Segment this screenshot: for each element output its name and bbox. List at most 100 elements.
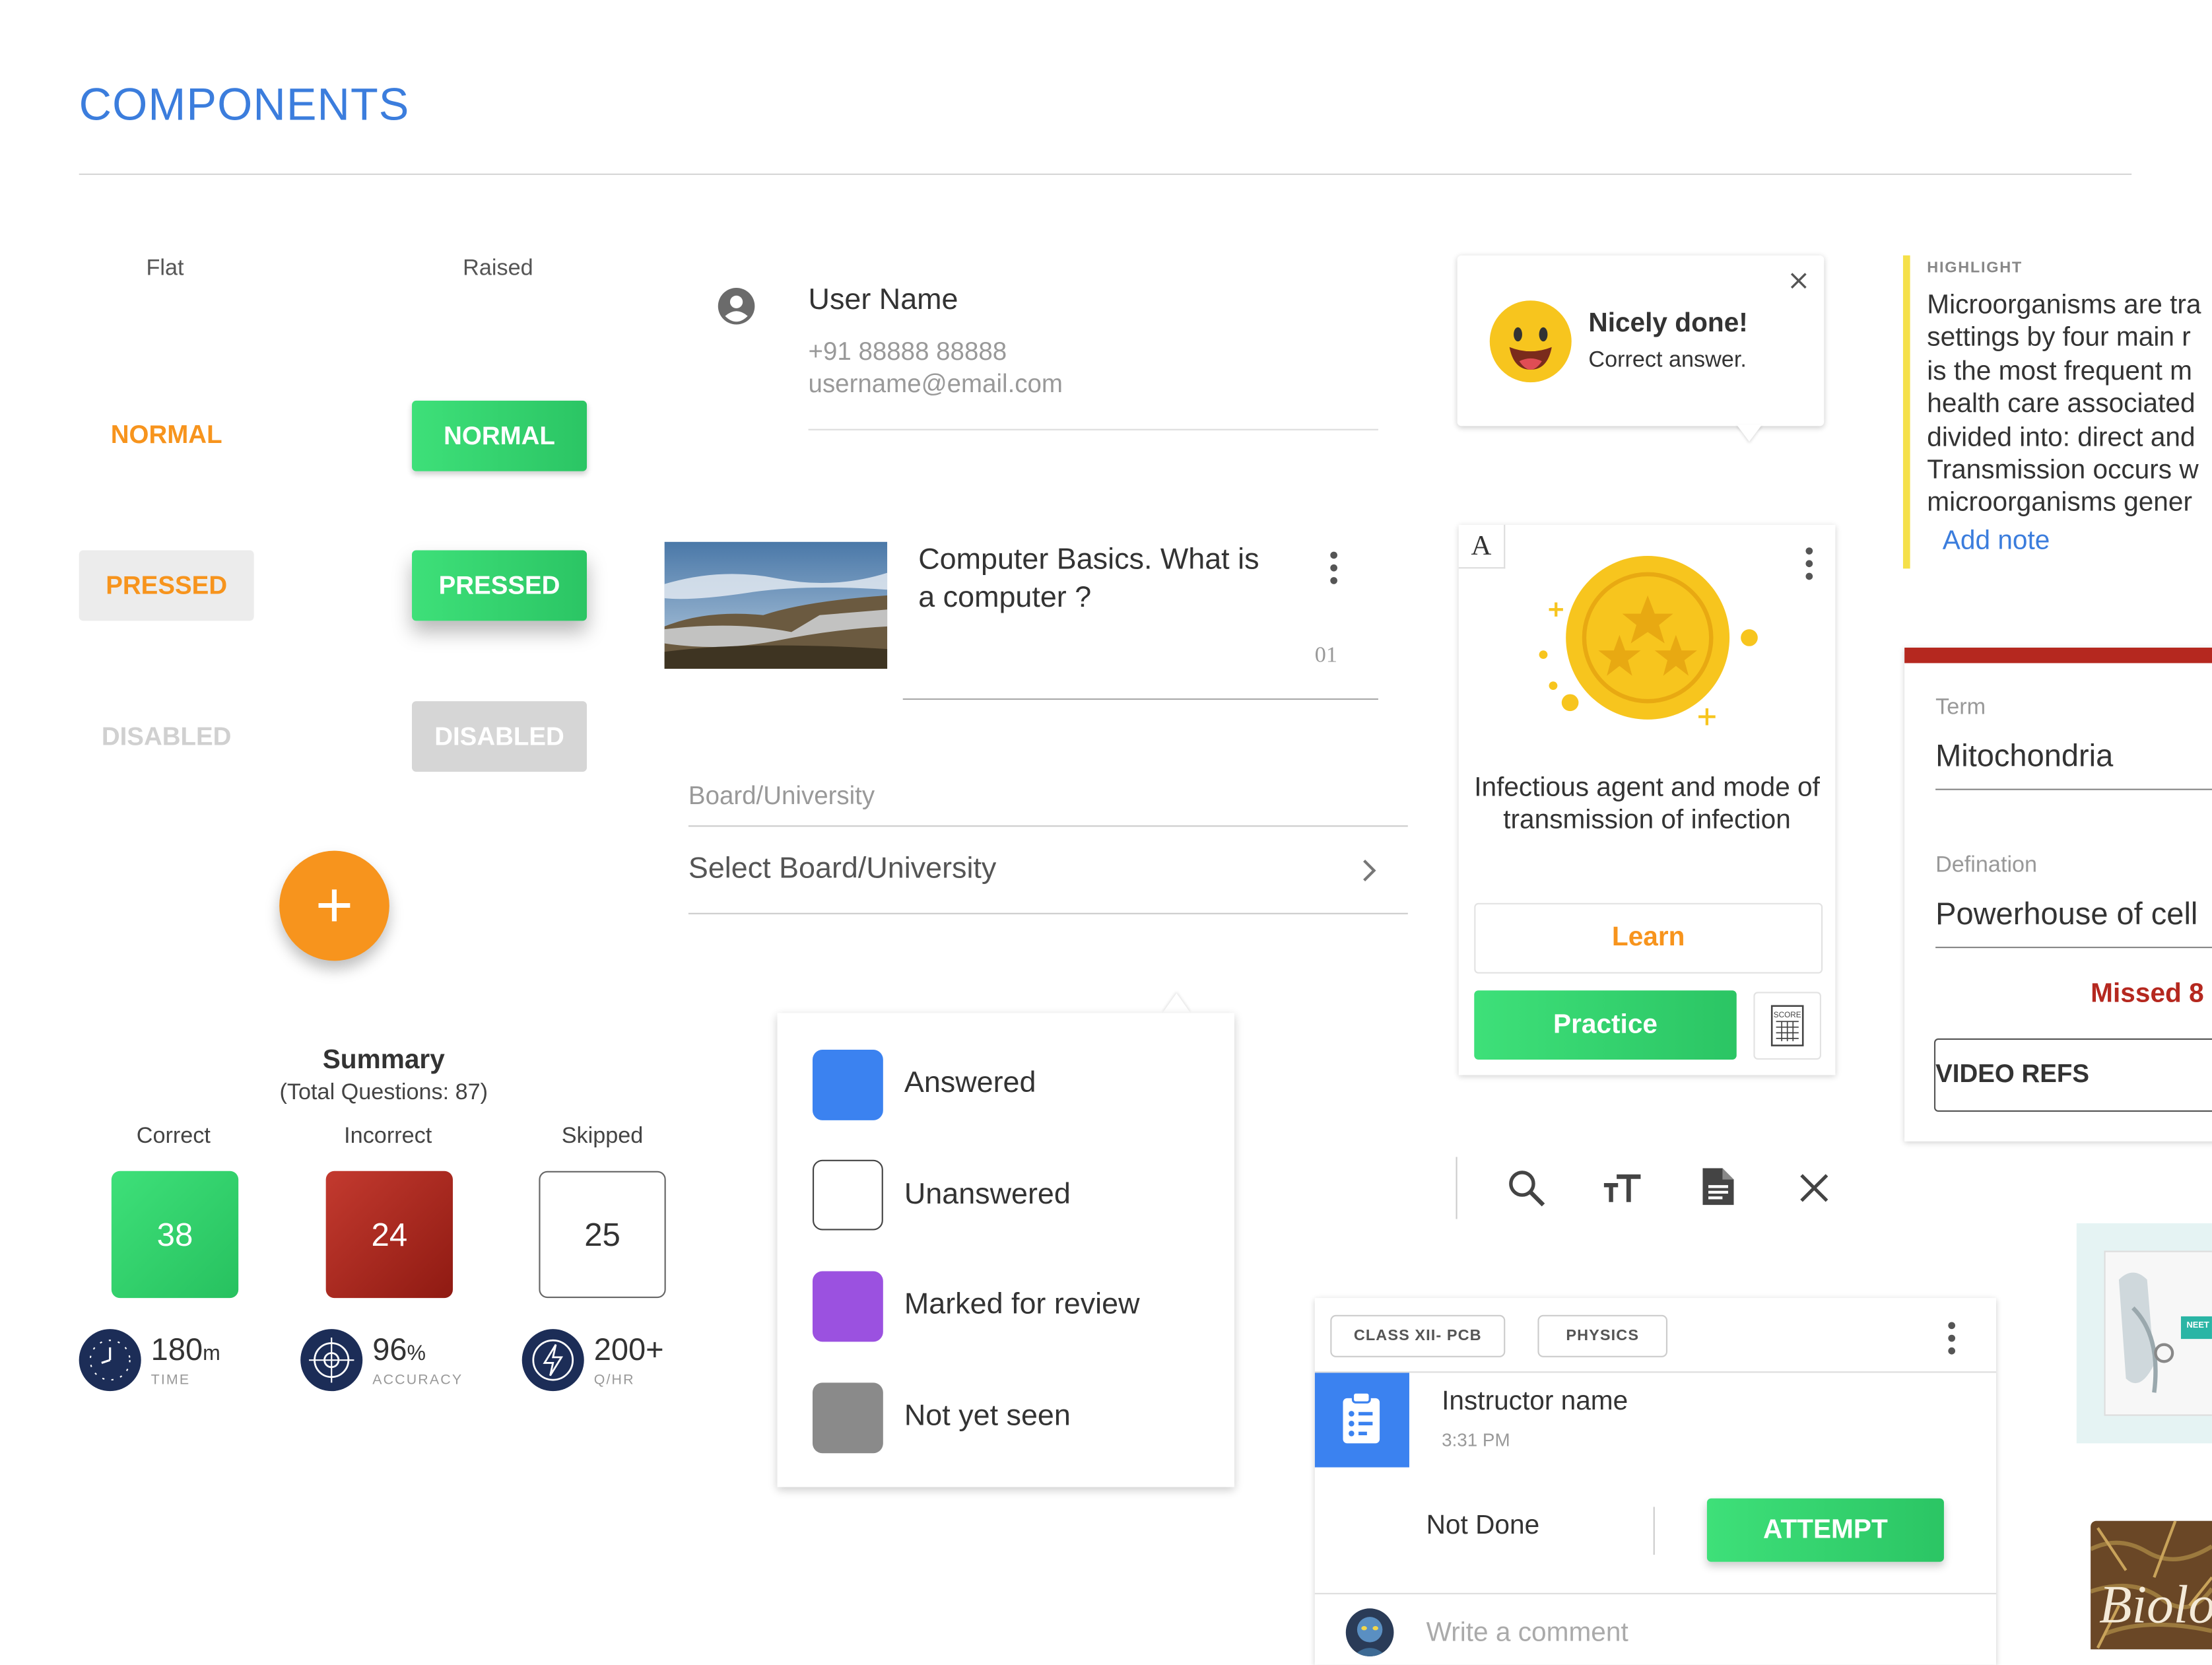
topic-item-number: 01 xyxy=(1314,643,1337,667)
comment-input[interactable]: Write a comment xyxy=(1426,1618,1628,1649)
page-title: COMPONENTS xyxy=(79,79,410,130)
book-cover-badge: NEET U xyxy=(2186,1322,2212,1331)
term-label: Term xyxy=(1935,695,1986,720)
raised-pressed-button[interactable]: PRESSED xyxy=(412,550,587,621)
raised-normal-button[interactable]: NORMAL xyxy=(412,400,587,471)
chip-subject[interactable]: PHYSICS xyxy=(1537,1314,1668,1357)
definition-underline xyxy=(1935,946,2212,949)
practice-button[interactable]: Practice xyxy=(1474,990,1737,1060)
flat-normal-button[interactable]: NORMAL xyxy=(79,399,254,470)
term-card-header-bar xyxy=(1904,647,2212,663)
raised-heading: Raised xyxy=(463,256,533,281)
score-icon-text: SCORE xyxy=(1774,1011,1801,1019)
profile-divider xyxy=(808,428,1378,430)
stat-label-correct: Correct xyxy=(136,1124,211,1149)
close-icon[interactable] xyxy=(1797,1171,1831,1212)
biology-cover-title: Biolo xyxy=(2099,1576,2212,1635)
instructor-name: Instructor name xyxy=(1442,1386,1628,1417)
summary-subtitle: (Total Questions: 87) xyxy=(279,1081,488,1105)
stat-box-incorrect: 24 xyxy=(325,1171,453,1299)
toast-pointer xyxy=(1736,425,1762,442)
topic-card: A Infectious agent and mode of transmiss… xyxy=(1458,525,1836,1075)
metric-rate-value: 200+ xyxy=(593,1332,664,1367)
metric-time-value: 180m xyxy=(151,1332,220,1367)
score-card-icon[interactable]: SCORE xyxy=(1753,992,1821,1060)
term-value[interactable]: Mitochondria xyxy=(1935,738,2113,775)
plus-icon: + xyxy=(315,867,354,941)
toast-title: Nicely done! xyxy=(1588,309,1748,339)
highlight-text: Microorganisms are tra settings by four … xyxy=(1927,290,2201,519)
flat-disabled-button: DISABLED xyxy=(101,722,232,751)
metric-time-caption: TIME xyxy=(151,1373,191,1388)
board-select-field[interactable]: Select Board/University xyxy=(688,827,1408,914)
legend-unanswered: Unanswered xyxy=(904,1178,1071,1211)
not-seen-swatch xyxy=(812,1382,883,1454)
raised-disabled-button: DISABLED xyxy=(412,701,587,772)
topic-card-badge: A xyxy=(1458,525,1506,569)
missed-count: Missed 8 xyxy=(2091,979,2204,1009)
answered-swatch xyxy=(812,1050,883,1120)
video-refs-button[interactable]: VIDEO REFS xyxy=(1933,1038,2212,1112)
summary-title: Summary xyxy=(322,1045,445,1075)
legend-pointer xyxy=(1162,993,1191,1013)
lightning-icon xyxy=(521,1329,584,1392)
star-medal-icon xyxy=(1532,553,1772,744)
legend-marked: Marked for review xyxy=(904,1288,1140,1321)
target-icon xyxy=(300,1329,363,1392)
metric-rate-caption: Q/HR xyxy=(593,1373,635,1388)
feed-card-divider xyxy=(1314,1371,1996,1373)
landscape-thumbnail[interactable] xyxy=(664,541,888,669)
term-card: Term Mitochondria Defination Powerhouse … xyxy=(1904,647,2212,1141)
post-time: 3:31 PM xyxy=(1442,1429,1510,1450)
topic-card-title: Infectious agent and mode of transmissio… xyxy=(1474,773,1820,836)
topic-item-divider xyxy=(902,698,1378,700)
text-size-icon[interactable] xyxy=(1601,1169,1644,1215)
board-select-label: Board/University xyxy=(688,781,875,810)
flat-pressed-button[interactable]: PRESSED xyxy=(79,550,254,621)
avatar xyxy=(1345,1608,1394,1656)
stat-box-correct: 38 xyxy=(111,1171,239,1299)
chip-class[interactable]: CLASS XII- PCB xyxy=(1330,1314,1506,1357)
stat-box-skipped: 25 xyxy=(539,1171,666,1299)
toast-message: Correct answer. xyxy=(1588,348,1747,373)
assignment-feed-card: CLASS XII- PCB PHYSICS Instructor name 3… xyxy=(1314,1298,1996,1665)
board-select-placeholder: Select Board/University xyxy=(688,852,997,885)
legend-not-seen: Not yet seen xyxy=(904,1400,1071,1433)
video-refs-label: VIDEO REFS xyxy=(1935,1059,2090,1088)
status-divider xyxy=(1653,1507,1655,1555)
clock-icon xyxy=(79,1329,141,1392)
chevron-right-icon xyxy=(1360,855,1380,893)
topic-item-title[interactable]: Computer Basics. What is a computer ? xyxy=(918,541,1278,617)
document-icon[interactable] xyxy=(1700,1165,1737,1215)
account-circle-icon xyxy=(717,287,756,333)
biology-cover-thumbnail[interactable]: Biolo xyxy=(2091,1520,2212,1650)
profile-email: username@email.com xyxy=(808,369,1063,398)
fab-add-button[interactable]: + xyxy=(279,850,389,961)
highlight-heading: HIGHLIGHT xyxy=(1927,259,2023,277)
definition-value[interactable]: Powerhouse of cell xyxy=(1935,896,2197,933)
add-note-link[interactable]: Add note xyxy=(1943,526,2050,557)
comment-divider xyxy=(1314,1592,1996,1594)
metric-accuracy-value: 96% xyxy=(372,1332,426,1367)
metric-accuracy-caption: ACCURACY xyxy=(372,1373,463,1388)
feedback-toast: Nicely done! Correct answer. xyxy=(1457,255,1825,426)
attempt-button[interactable]: ATTEMPT xyxy=(1706,1498,1944,1562)
profile-phone: +91 88888 88888 xyxy=(808,337,1007,366)
marked-swatch xyxy=(812,1271,883,1342)
profile-name: User Name xyxy=(808,283,958,316)
assignment-status: Not Done xyxy=(1426,1511,1540,1541)
board-select-bottom-line xyxy=(688,912,1408,914)
stat-label-incorrect: Incorrect xyxy=(344,1124,432,1149)
search-icon[interactable] xyxy=(1506,1169,1546,1215)
stat-label-skipped: Skipped xyxy=(561,1124,644,1149)
more-vert-icon[interactable] xyxy=(1330,551,1339,590)
learn-button[interactable]: Learn xyxy=(1474,902,1823,974)
smiley-icon xyxy=(1489,299,1573,391)
feed-card-menu-icon[interactable] xyxy=(1948,1322,1957,1360)
definition-label: Defination xyxy=(1935,853,2038,878)
topic-card-menu-icon[interactable] xyxy=(1805,547,1814,586)
book-cover-thumbnail[interactable]: NEET U xyxy=(2076,1223,2212,1444)
highlight-bar xyxy=(1902,255,1910,569)
header-divider xyxy=(79,173,2132,176)
toast-close-icon[interactable] xyxy=(1788,269,1810,299)
